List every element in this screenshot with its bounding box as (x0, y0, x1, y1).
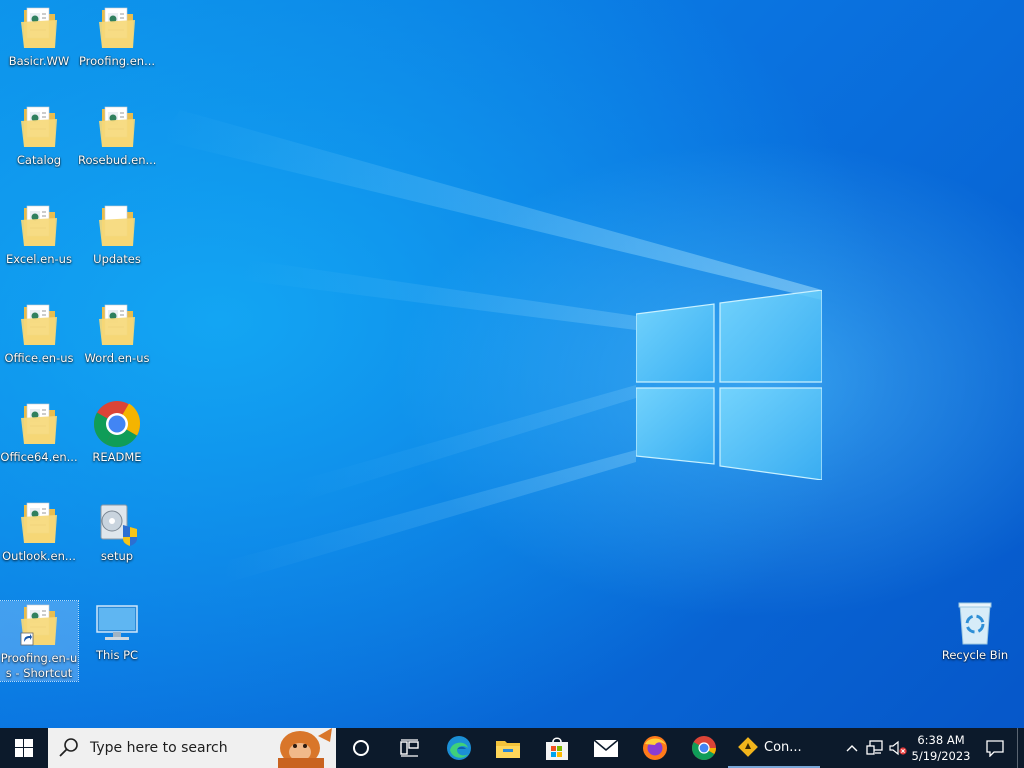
search-placeholder: Type here to search (90, 740, 228, 756)
desktop-icon-label: Updates (93, 252, 141, 266)
desktop-icon-excel-en-us[interactable]: Excel.en-us (0, 202, 78, 267)
desktop-icon-office64-en[interactable]: Office64.en... (0, 400, 78, 465)
folder-doc-icon (15, 499, 63, 547)
store-icon (545, 737, 568, 760)
clock-time: 6:38 AM (917, 733, 965, 747)
desktop-icon-label: Proofing.en... (78, 54, 156, 68)
chrome-button[interactable] (679, 728, 728, 768)
chevron-up-icon (846, 745, 858, 752)
task-view-button[interactable] (385, 728, 434, 768)
desktop-icon-office-en-us[interactable]: Office.en-us (0, 301, 78, 366)
desktop-icon-label: This PC (95, 648, 139, 662)
desktop-icon-label: Catalog (16, 153, 62, 167)
clock-date: 5/19/2023 (911, 749, 971, 763)
desktop-icon-outlook-en[interactable]: Outlook.en... (0, 499, 78, 564)
taskbar: Type here to search Con... 6:38 AM 5/19/… (0, 728, 1024, 768)
folder-shortcut-icon (15, 601, 63, 649)
file-explorer-icon (495, 741, 520, 758)
desktop-icon-rosebud-en[interactable]: Rosebud.en... (78, 103, 156, 168)
wallpaper-windows-logo (636, 290, 822, 480)
windows-start-icon (15, 739, 33, 757)
this-pc-icon (93, 598, 141, 646)
search-icon (59, 738, 78, 757)
recycle-bin-icon (951, 598, 999, 646)
file-explorer-button[interactable] (483, 728, 532, 768)
mail-icon (592, 739, 619, 757)
start-button[interactable] (0, 728, 48, 768)
desktop-icon-label: Office64.en... (0, 450, 78, 464)
show-desktop-button[interactable] (1017, 728, 1024, 768)
running-app-button[interactable]: Con... (728, 728, 820, 768)
desktop-icon-label: Office.en-us (4, 351, 74, 365)
running-app-label: Con... (764, 739, 802, 755)
desktop-icon-proofing-en[interactable]: Proofing.en... (78, 4, 156, 69)
firefox-icon (642, 736, 667, 760)
desktop-icon-setup[interactable]: setup (78, 499, 156, 564)
folder-doc-icon (93, 4, 141, 52)
folder-doc-icon (15, 4, 63, 52)
folder-icon (93, 202, 141, 250)
desktop-icon-label: Proofing.en-us - Shortcut (0, 651, 78, 680)
show-hidden-icons-button[interactable] (841, 728, 863, 768)
cortana-icon (352, 740, 369, 756)
desktop-icon-label: Excel.en-us (6, 252, 72, 266)
action-center-icon (986, 740, 1004, 757)
folder-doc-icon (15, 301, 63, 349)
folder-doc-icon (15, 202, 63, 250)
setup-icon (93, 499, 141, 547)
desktop-icon-basicr-ww[interactable]: Basicr.WW (0, 4, 78, 69)
desktop-icon-label: Recycle Bin (941, 648, 1009, 662)
network-button[interactable] (863, 728, 887, 768)
chrome-icon (691, 736, 716, 761)
chrome-icon (93, 400, 141, 448)
volume-button[interactable] (887, 728, 909, 768)
desktop-icon-label: Word.en-us (84, 351, 150, 365)
desktop-icon-label: Basicr.WW (8, 54, 70, 68)
desktop-icon-this-pc[interactable]: This PC (78, 598, 156, 663)
desktop[interactable]: Basicr.WW Proofing.en... Catalog Rosebud… (0, 0, 1024, 728)
mail-button[interactable] (581, 728, 630, 768)
volume-muted-icon (889, 740, 907, 756)
cortana-button[interactable] (336, 728, 385, 768)
task-view-icon (399, 739, 419, 757)
edge-button[interactable] (434, 728, 483, 768)
desktop-icon-catalog[interactable]: Catalog (0, 103, 78, 168)
folder-doc-icon (93, 301, 141, 349)
folder-doc-icon (15, 103, 63, 151)
network-icon (866, 740, 883, 755)
desktop-icon-word-en-us[interactable]: Word.en-us (78, 301, 156, 366)
desktop-icon-label: README (92, 450, 142, 464)
desktop-icon-readme[interactable]: README (78, 400, 156, 465)
desktop-icon-label: Rosebud.en... (78, 153, 156, 167)
edge-icon (446, 736, 471, 760)
system-tray: 6:38 AM 5/19/2023 (841, 728, 1024, 768)
folder-doc-icon (93, 103, 141, 151)
action-center-button[interactable] (973, 728, 1017, 768)
desktop-icon-label: setup (100, 549, 134, 563)
desktop-icon-updates[interactable]: Updates (78, 202, 156, 267)
search-highlight-icon (278, 728, 332, 768)
desktop-icon-proofing-en-us-shortcut[interactable]: Proofing.en-us - Shortcut (0, 600, 79, 682)
firefox-button[interactable] (630, 728, 679, 768)
desktop-icon-recycle-bin[interactable]: Recycle Bin (936, 598, 1014, 663)
clock[interactable]: 6:38 AM 5/19/2023 (909, 732, 973, 764)
folder-doc-icon (15, 400, 63, 448)
search-box[interactable]: Type here to search (48, 728, 336, 768)
desktop-icon-label: Outlook.en... (2, 549, 76, 563)
warning-diamond-icon (738, 737, 758, 757)
store-button[interactable] (532, 728, 581, 768)
